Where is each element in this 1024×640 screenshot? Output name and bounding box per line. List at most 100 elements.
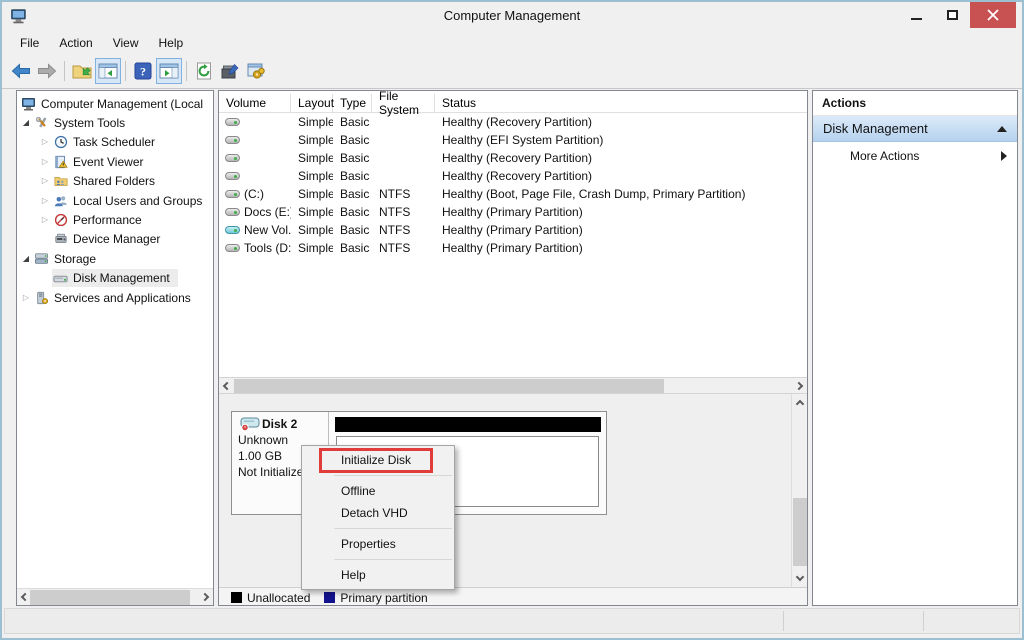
toolbar-separator <box>186 61 187 81</box>
statusbar-divider <box>783 611 784 631</box>
svg-text:?: ? <box>140 65 146 79</box>
close-icon <box>987 9 999 21</box>
collapsed-icon[interactable]: ▷ <box>38 216 52 224</box>
rescan-disks-button[interactable] <box>243 58 269 84</box>
export-list-button[interactable] <box>69 58 95 84</box>
computer-management-window: Computer Management File Action View Hel… <box>0 0 1024 640</box>
tree-item-task-scheduler[interactable]: ▷ Task Scheduler <box>17 133 213 152</box>
menu-action[interactable]: Action <box>49 33 102 55</box>
tree-item-system-tools[interactable]: ◢ System Tools <box>17 113 213 132</box>
collapsed-icon[interactable]: ▷ <box>38 158 52 166</box>
expanded-icon[interactable]: ◢ <box>19 119 33 127</box>
show-console-tree-button[interactable] <box>95 58 121 84</box>
console-tree: Computer Management (Local ◢ System Tool… <box>17 91 213 307</box>
scroll-right-arrow[interactable] <box>197 589 213 605</box>
tree-item-shared-folders[interactable]: ▷ Shared Folders <box>17 172 213 191</box>
window-title: Computer Management <box>2 2 1022 30</box>
menu-item-detach-vhd[interactable]: Detach VHD <box>302 502 454 524</box>
column-file-system[interactable]: File System <box>372 94 435 112</box>
tree-item-disk-management[interactable]: Disk Management <box>17 269 213 288</box>
show-action-pane-button[interactable] <box>156 58 182 84</box>
menu-view[interactable]: View <box>103 33 149 55</box>
menu-file[interactable]: File <box>10 33 49 55</box>
table-row[interactable]: Docs (E:) Simple Basic NTFS Healthy (Pri… <box>219 203 807 221</box>
minimize-button[interactable] <box>898 2 934 28</box>
tree-horizontal-scrollbar[interactable] <box>17 588 213 605</box>
scroll-up-arrow[interactable] <box>792 396 808 412</box>
column-layout[interactable]: Layout <box>291 94 333 112</box>
table-row[interactable]: Simple Basic Healthy (Recovery Partition… <box>219 149 807 167</box>
unallocated-space-bar[interactable] <box>335 417 601 432</box>
menu-help[interactable]: Help <box>149 33 194 55</box>
actions-section-disk-management[interactable]: Disk Management <box>813 116 1017 142</box>
disk-view-vertical-scrollbar[interactable] <box>791 394 807 587</box>
scroll-down-arrow[interactable] <box>792 569 808 585</box>
column-status[interactable]: Status <box>435 94 807 112</box>
table-row[interactable]: Simple Basic Healthy (Recovery Partition… <box>219 113 807 131</box>
refresh-button[interactable] <box>191 58 217 84</box>
tree-item-local-users-groups[interactable]: ▷ Local Users and Groups <box>17 191 213 210</box>
table-row[interactable]: Simple Basic Healthy (EFI System Partiti… <box>219 131 807 149</box>
actions-section-label: Disk Management <box>823 121 928 136</box>
tree-item-storage[interactable]: ◢ Storage <box>17 249 213 268</box>
expanded-icon[interactable]: ◢ <box>19 255 33 263</box>
disk-name: Disk 2 <box>262 416 297 432</box>
tree-item-event-viewer[interactable]: ▷ Event Viewer <box>17 152 213 171</box>
tree-item-computer-management[interactable]: Computer Management (Local <box>17 94 213 113</box>
collapsed-icon[interactable]: ▷ <box>38 197 52 205</box>
scrollbar-thumb[interactable] <box>234 379 664 393</box>
properties-button[interactable] <box>217 58 243 84</box>
annotation-highlight <box>319 448 433 473</box>
toolbar-separator <box>125 61 126 81</box>
tree-item-device-manager[interactable]: Device Manager <box>17 230 213 249</box>
disk-management-icon <box>52 270 69 286</box>
unallocated-swatch <box>231 592 242 603</box>
close-button[interactable] <box>970 2 1016 28</box>
table-row[interactable]: Simple Basic Healthy (Recovery Partition… <box>219 167 807 185</box>
statusbar-divider <box>923 611 924 631</box>
tree-label: Disk Management <box>73 271 170 285</box>
column-type[interactable]: Type <box>333 94 372 112</box>
storage-icon <box>33 251 50 267</box>
help-icon: ? <box>134 62 152 80</box>
collapsed-icon[interactable]: ▷ <box>19 294 33 302</box>
tree-label: Storage <box>54 252 96 266</box>
volume-icon <box>225 244 240 252</box>
primary-partition-swatch <box>324 592 335 603</box>
device-manager-icon <box>52 231 69 247</box>
tree-item-performance[interactable]: ▷ Performance <box>17 210 213 229</box>
scrollbar-thumb[interactable] <box>30 590 190 605</box>
collapsed-icon[interactable]: ▷ <box>38 138 52 146</box>
users-icon <box>52 193 69 209</box>
table-row[interactable]: New Vol... Simple Basic NTFS Healthy (Pr… <box>219 221 807 239</box>
more-actions-item[interactable]: More Actions <box>813 142 1017 169</box>
scrollbar-thumb[interactable] <box>793 498 807 566</box>
menu-separator <box>334 528 452 529</box>
toolbar: ? <box>8 57 269 85</box>
table-row[interactable]: Tools (D:) Simple Basic NTFS Healthy (Pr… <box>219 239 807 257</box>
volume-list-horizontal-scrollbar[interactable] <box>219 377 807 394</box>
maximize-button[interactable] <box>934 2 970 28</box>
tree-label: System Tools <box>54 116 125 130</box>
computer-icon <box>20 96 37 112</box>
back-button[interactable] <box>8 58 34 84</box>
table-row[interactable]: (C:) Simple Basic NTFS Healthy (Boot, Pa… <box>219 185 807 203</box>
scroll-left-arrow[interactable] <box>219 378 235 394</box>
titlebar: Computer Management <box>2 2 1022 30</box>
menu-item-offline[interactable]: Offline <box>302 480 454 502</box>
menu-item-help[interactable]: Help <box>302 564 454 586</box>
column-volume[interactable]: Volume <box>219 94 291 112</box>
collapsed-icon[interactable]: ▷ <box>38 177 52 185</box>
scroll-right-arrow[interactable] <box>791 378 807 394</box>
forward-button[interactable] <box>34 58 60 84</box>
volume-icon <box>225 208 240 216</box>
volume-list: Volume Layout Type File System Status Si… <box>219 91 807 377</box>
minimize-icon <box>911 18 922 20</box>
disk-context-menu: Initialize Disk Offline Detach VHD Prope… <box>301 445 455 590</box>
legend-label: Primary partition <box>340 591 427 605</box>
help-button[interactable]: ? <box>130 58 156 84</box>
collapse-section-icon[interactable] <box>997 126 1007 132</box>
menu-item-properties[interactable]: Properties <box>302 533 454 555</box>
tree-item-services-applications[interactable]: ▷ Services and Applications <box>17 288 213 307</box>
tree-label: Shared Folders <box>73 174 155 188</box>
